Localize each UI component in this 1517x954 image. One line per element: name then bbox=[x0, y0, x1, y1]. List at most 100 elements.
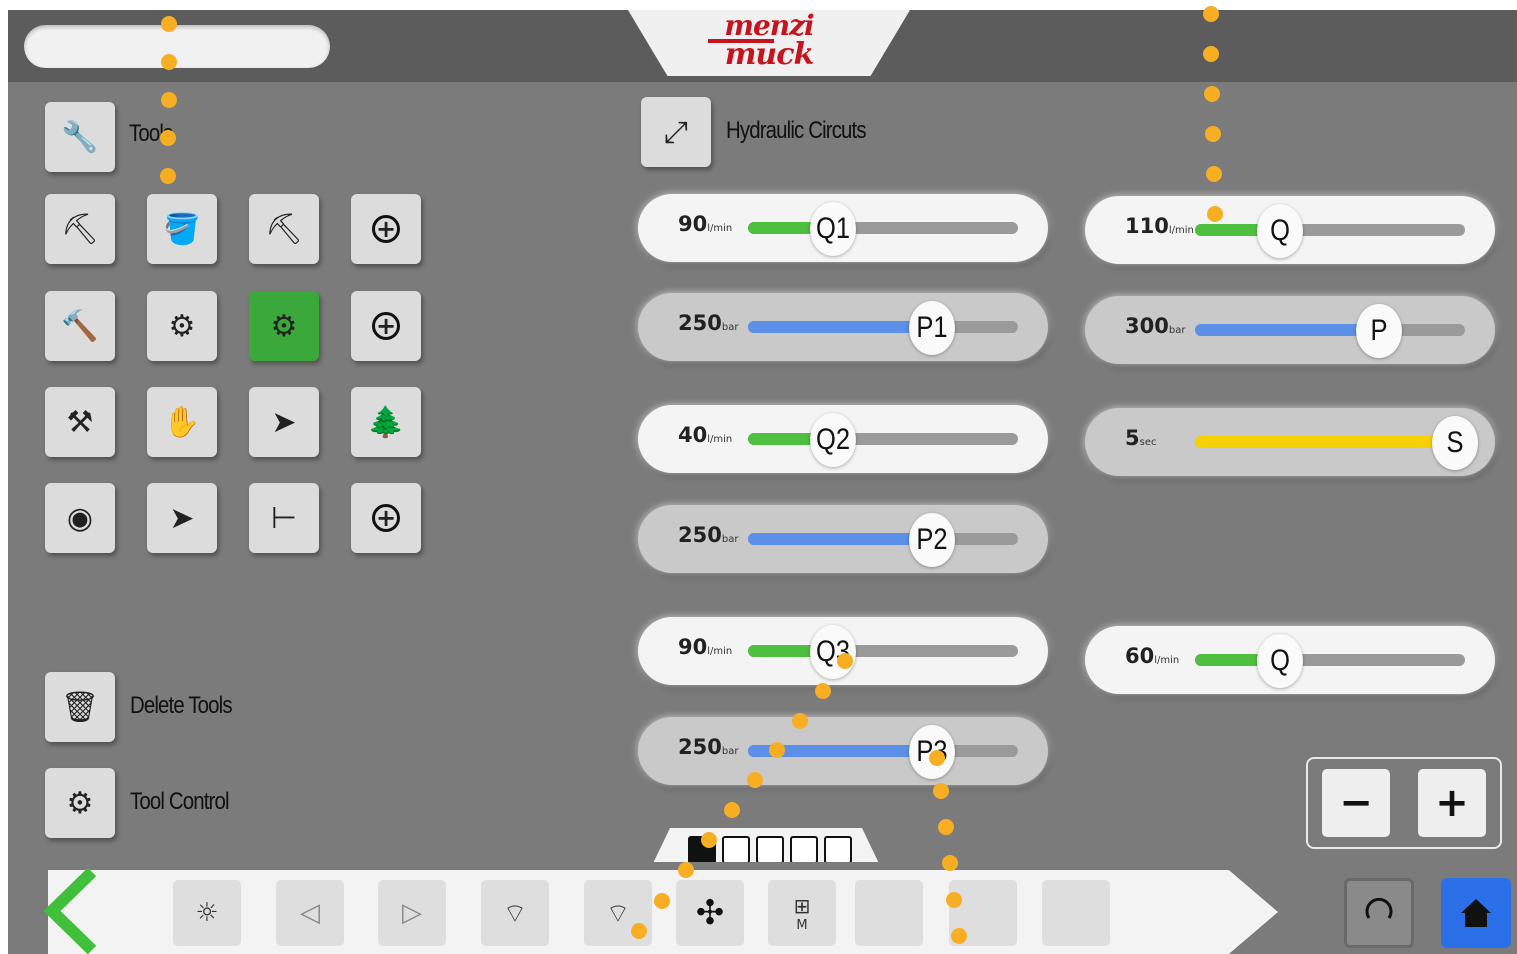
trail-dot bbox=[160, 168, 176, 184]
trail-dot bbox=[160, 130, 176, 146]
work-light-button[interactable]: ☼ bbox=[173, 880, 241, 946]
tool-drum-cutter[interactable]: ◉ bbox=[45, 483, 115, 553]
refresh-button[interactable] bbox=[1344, 878, 1414, 948]
page-dot-4[interactable] bbox=[790, 836, 818, 864]
home-icon bbox=[1461, 899, 1491, 927]
slider-knob[interactable]: Q bbox=[1257, 634, 1303, 688]
tool-auger[interactable]: ➤ bbox=[249, 387, 319, 457]
fan-reverse-button[interactable]: ✣ bbox=[676, 880, 744, 946]
slider-fill bbox=[1195, 436, 1438, 448]
trail-dot bbox=[724, 802, 740, 818]
circuit-s-timer[interactable]: 5sec S bbox=[1085, 408, 1495, 476]
empty-slot-3[interactable] bbox=[1042, 880, 1110, 946]
trail-dot bbox=[933, 783, 949, 799]
value-number: 90 bbox=[678, 212, 708, 236]
circuit-q3[interactable]: 90l/min Q3 bbox=[638, 617, 1048, 685]
circuit-value: 250bar bbox=[678, 735, 738, 759]
wrench-icon: 🔧 bbox=[61, 119, 99, 155]
tool-bucket[interactable]: 🪣 bbox=[147, 194, 217, 264]
slider-fill bbox=[1195, 224, 1263, 236]
manual-mode-button[interactable]: ⊞ M bbox=[768, 880, 836, 946]
breaker-icon: 🔨 bbox=[61, 308, 99, 344]
ditch-bucket-icon: ⛏ bbox=[264, 211, 304, 247]
zoom-out-button[interactable]: − bbox=[1322, 769, 1390, 837]
shear-icon: ➤ bbox=[169, 500, 195, 536]
zoom-in-button[interactable]: + bbox=[1418, 769, 1486, 837]
value-number: 5 bbox=[1125, 426, 1140, 450]
trail-dot bbox=[678, 862, 694, 878]
slider-knob[interactable]: S bbox=[1432, 416, 1478, 470]
slider-knob[interactable]: Q3 bbox=[810, 625, 856, 679]
auger-icon: ➤ bbox=[271, 404, 297, 440]
value-number: 250 bbox=[678, 311, 722, 335]
left-indicator-button[interactable]: ◁ bbox=[276, 880, 344, 946]
circuit-q-rotator[interactable]: 110l/min Q bbox=[1085, 196, 1495, 264]
tools-button[interactable]: 🔧 bbox=[45, 102, 115, 172]
page-dot-2[interactable] bbox=[722, 836, 750, 864]
tool-ditch-bucket[interactable]: ⛏ bbox=[249, 194, 319, 264]
delete-tools-button[interactable]: 🗑 bbox=[45, 672, 115, 742]
trail-dot bbox=[747, 772, 763, 788]
right-indicator-button[interactable]: ▷ bbox=[378, 880, 446, 946]
tool-grapple[interactable]: ✋ bbox=[147, 387, 217, 457]
forestry-head-icon: 🌲 bbox=[367, 404, 405, 440]
slider-knob[interactable]: P2 bbox=[909, 513, 955, 567]
logo-line-1: menzi bbox=[724, 10, 814, 42]
mulcher-icon: ⚙ bbox=[270, 308, 298, 344]
page-dot-3[interactable] bbox=[756, 836, 784, 864]
circuit-value: 90l/min bbox=[678, 635, 732, 659]
slider-fill bbox=[1195, 324, 1362, 336]
trail-dot bbox=[161, 54, 177, 70]
slider-knob[interactable]: P1 bbox=[909, 301, 955, 355]
add-icon: + bbox=[372, 215, 400, 243]
tool-ripper[interactable]: ⊢ bbox=[249, 483, 319, 553]
tool-shear[interactable]: ➤ bbox=[147, 483, 217, 553]
value-number: 250 bbox=[678, 523, 722, 547]
circuit-p1[interactable]: 250bar P1 bbox=[638, 293, 1048, 361]
circuit-q1[interactable]: 90l/min Q1 bbox=[638, 194, 1048, 262]
circuit-p2[interactable]: 250bar P2 bbox=[638, 505, 1048, 573]
circuit-value: 60l/min bbox=[1125, 644, 1179, 668]
slider-knob[interactable]: P bbox=[1356, 304, 1402, 358]
circuit-value: 5sec bbox=[1125, 426, 1157, 450]
page-dot-5[interactable] bbox=[824, 836, 852, 864]
tool-mulcher-selected[interactable]: ⚙ bbox=[249, 291, 319, 361]
search-input[interactable] bbox=[24, 25, 330, 68]
rear-wiper-icon: ⌔ bbox=[605, 898, 631, 929]
light-icon: ☼ bbox=[195, 898, 219, 928]
front-wiper-button[interactable]: ⌔ bbox=[481, 880, 549, 946]
empty-slot-1[interactable] bbox=[855, 880, 923, 946]
hydraulic-circuits-button[interactable]: ⤢ bbox=[641, 97, 711, 167]
value-unit: l/min bbox=[1154, 655, 1180, 666]
tool-forestry-head[interactable]: 🌲 bbox=[351, 387, 421, 457]
trail-dot bbox=[946, 892, 962, 908]
add-tool-button-1[interactable]: + bbox=[351, 194, 421, 264]
trash-icon: 🗑 bbox=[60, 689, 100, 725]
slider-fill bbox=[748, 645, 816, 657]
slider-knob[interactable]: Q2 bbox=[810, 413, 856, 467]
circuit-q2[interactable]: 40l/min Q2 bbox=[638, 405, 1048, 473]
circuit-p-rotator[interactable]: 300bar P bbox=[1085, 296, 1495, 364]
rotating-grab-icon: ⚙ bbox=[168, 308, 196, 344]
minus-icon: − bbox=[1339, 780, 1373, 826]
tool-compactor[interactable]: ⚒ bbox=[45, 387, 115, 457]
circuit-value: 250bar bbox=[678, 311, 738, 335]
tool-rotating-grab[interactable]: ⚙ bbox=[147, 291, 217, 361]
add-tool-button-2[interactable]: + bbox=[351, 291, 421, 361]
back-arrow-icon[interactable] bbox=[40, 868, 100, 954]
value-unit: bar bbox=[721, 322, 739, 333]
hydraulic-circuits-label: Hydraulic Circuts bbox=[726, 117, 867, 144]
trail-dot bbox=[1204, 86, 1220, 102]
add-tool-button-3[interactable]: + bbox=[351, 483, 421, 553]
slider-knob[interactable]: Q bbox=[1257, 204, 1303, 258]
tool-breaker[interactable]: 🔨 bbox=[45, 291, 115, 361]
home-button[interactable] bbox=[1441, 878, 1511, 948]
tool-trench-bucket[interactable]: ⛏ bbox=[45, 194, 115, 264]
trail-dot bbox=[792, 713, 808, 729]
circuit-p3[interactable]: 250barP3 bbox=[638, 717, 1048, 785]
trail-dot bbox=[1207, 206, 1223, 222]
tool-control-button[interactable]: ⚙ bbox=[45, 768, 115, 838]
circuit-q-auxiliary[interactable]: 60l/min Q bbox=[1085, 626, 1495, 694]
app-window: menzi muck 🔧 Tools ⛏ 🪣 ⛏ + 🔨 ⚙ ⚙ + ⚒ ✋ ➤… bbox=[8, 10, 1517, 954]
slider-knob[interactable]: Q1 bbox=[810, 202, 856, 256]
